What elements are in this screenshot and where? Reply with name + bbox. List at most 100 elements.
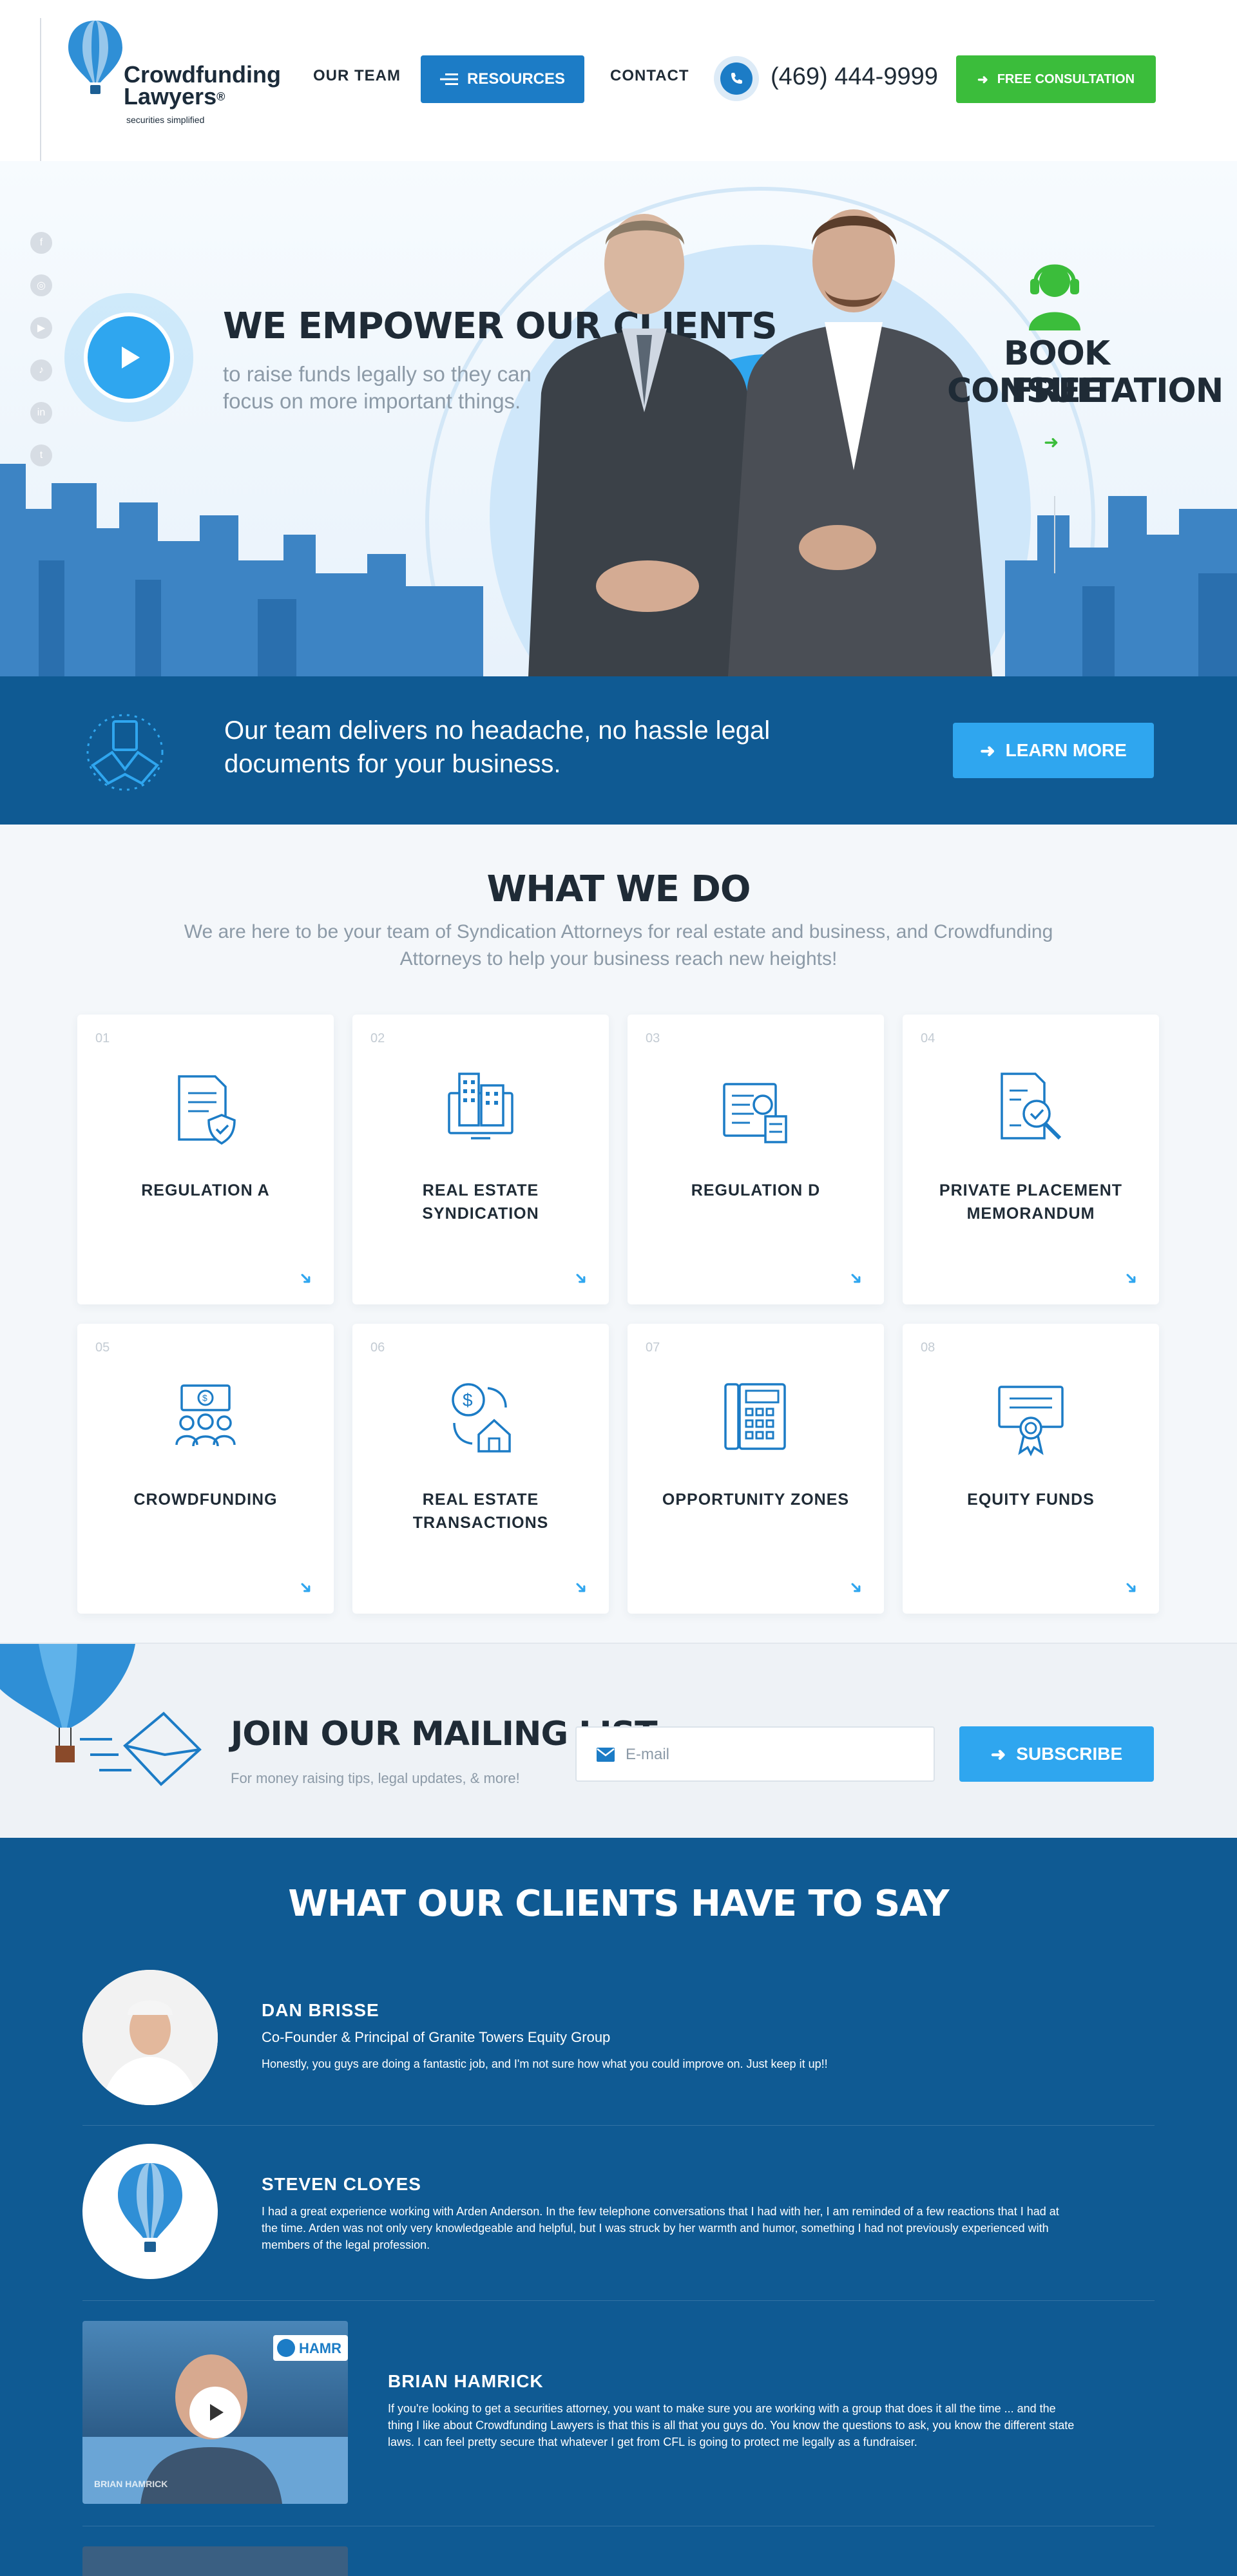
card-number: 03 — [646, 1031, 660, 1045]
arrow-down-right-icon[interactable]: ➜ — [294, 1266, 318, 1290]
nav-our-team[interactable]: OUR TEAM — [313, 67, 401, 85]
document-shield-icon — [178, 1075, 236, 1145]
testimonial-quote-line1: If you're looking to get a securities at… — [388, 2402, 1056, 2415]
arrow-right-icon[interactable]: ➜ — [1044, 432, 1059, 453]
nav-resources-button[interactable]: RESOURCES — [421, 55, 584, 103]
nav-resources-label: RESOURCES — [466, 70, 566, 88]
card-number: 07 — [646, 1340, 660, 1355]
mailing-list-section: JOIN OUR MAILING LIST For money raising … — [0, 1643, 1237, 1838]
decorative-divider — [1054, 496, 1055, 573]
arrow-down-right-icon[interactable]: ➜ — [294, 1576, 318, 1599]
free-consultation-button[interactable]: ➜ FREE CONSULTATION — [956, 55, 1156, 103]
arrow-down-right-icon[interactable]: ➜ — [844, 1576, 868, 1599]
card-number: 01 — [95, 1031, 110, 1045]
testimonial-video-thumbnail[interactable] — [82, 2546, 348, 2576]
testimonial-quote-line3: laws. I can feel pretty secure that what… — [388, 2436, 917, 2448]
learn-more-button[interactable]: ➜ LEARN MORE — [953, 723, 1154, 778]
card-label: REGULATION A — [141, 1181, 270, 1199]
arrow-down-right-icon[interactable]: ➜ — [1119, 1576, 1144, 1599]
instagram-icon[interactable]: ◎ — [30, 274, 52, 296]
card-number: 04 — [921, 1031, 935, 1045]
service-card-real-estate-transactions[interactable]: 06 $ REAL ESTATE TRANSACTIONS ➜ — [352, 1324, 609, 1614]
arrow-down-right-icon[interactable]: ➜ — [844, 1266, 868, 1290]
book-consultation-title-line2[interactable]: CONSULTATION — [947, 372, 1223, 410]
subscribe-button[interactable]: ➜ SUBSCRIBE — [959, 1726, 1154, 1782]
mailing-list-subtitle: For money raising tips, legal updates, &… — [231, 1770, 520, 1786]
envelope-icon — [597, 1748, 615, 1762]
site-logo[interactable]: Crowdfunding Lawyers® securities simplif… — [64, 18, 281, 125]
headset-support-icon[interactable] — [1022, 254, 1087, 332]
dollar-house-icon: $ — [452, 1383, 511, 1453]
avatar — [82, 2144, 218, 2279]
card-number: 08 — [921, 1340, 935, 1355]
what-we-do-subtitle-line2: Attorneys to help your business reach ne… — [399, 948, 838, 969]
service-card-real-estate-syndication[interactable]: 02 REAL ESTATE SYNDICATION ➜ — [352, 1015, 609, 1304]
service-card-equity-funds[interactable]: 08 EQUITY FUNDS ➜ — [903, 1324, 1159, 1614]
logo-wordmark-line2: Lawyers® — [124, 83, 225, 110]
card-label: CROWDFUNDING — [133, 1491, 278, 1509]
arrow-down-right-icon[interactable]: ➜ — [1119, 1266, 1144, 1290]
testimonials-section: WHAT OUR CLIENTS HAVE TO SAY DAN BRISSE … — [0, 1838, 1237, 2576]
video-badge: HAMR — [299, 2340, 341, 2356]
testimonial-divider — [82, 2300, 1155, 2301]
youtube-icon[interactable]: ▶ — [30, 317, 52, 339]
band-text-line2: documents for your business. — [224, 750, 561, 778]
service-card-private-placement-memorandum[interactable]: 04 PRIVATE PLACEMENT MEMORANDUM ➜ — [903, 1015, 1159, 1304]
service-card-opportunity-zones[interactable]: 07 OPPORTUNITY ZONES ➜ — [628, 1324, 884, 1614]
money-people-icon: $ — [175, 1384, 236, 1447]
card-number: 06 — [370, 1340, 385, 1355]
arrow-down-right-icon[interactable]: ➜ — [569, 1576, 593, 1599]
testimonial-video-thumbnail[interactable]: HAMR BRIAN HAMRICK — [82, 2321, 348, 2504]
twitter-icon[interactable]: t — [30, 444, 52, 466]
tiktok-icon[interactable]: ♪ — [30, 359, 52, 381]
nav-contact[interactable]: CONTACT — [610, 67, 689, 85]
arrow-right-icon: ➜ — [990, 1744, 1006, 1764]
card-label: REGULATION D — [691, 1181, 821, 1199]
phone-icon[interactable] — [720, 62, 753, 95]
service-card-regulation-a[interactable]: 01 REGULATION A ➜ — [77, 1015, 334, 1304]
hands-document-icon — [86, 714, 164, 791]
calculator-icon — [724, 1383, 786, 1450]
hero-subtitle-line1: to raise funds legally so they can — [223, 362, 532, 386]
facebook-icon[interactable]: f — [30, 232, 52, 254]
email-input[interactable] — [626, 1743, 922, 1766]
testimonial-quote-line2: thing I like about Crowdfunding Lawyers … — [388, 2419, 1075, 2432]
phone-number-link[interactable]: (469) 444-9999 — [771, 63, 938, 91]
card-number: 05 — [95, 1340, 110, 1355]
testimonial-name: STEVEN CLOYES — [262, 2174, 421, 2194]
envelope-send-icon — [80, 1712, 202, 1786]
arrow-right-icon: ➜ — [980, 740, 995, 761]
testimonial-quote-line3: members of the legal profession. — [262, 2238, 430, 2251]
hero-section: f ◎ ▶ ♪ in t WE EMPOWER OUR CLIENTS to r… — [0, 161, 1237, 676]
testimonials-title: WHAT OUR CLIENTS HAVE TO SAY — [288, 1883, 949, 1925]
buildings-icon — [448, 1073, 513, 1140]
card-label: EQUITY FUNDS — [967, 1491, 1095, 1509]
email-field-wrapper[interactable] — [575, 1726, 935, 1782]
testimonial-role: Co-Founder & Principal of Granite Towers… — [262, 2029, 611, 2045]
card-label: OPPORTUNITY ZONES — [662, 1491, 850, 1509]
service-card-crowdfunding[interactable]: 05 $ CROWDFUNDING ➜ — [77, 1324, 334, 1614]
testimonial-name: DAN BRISSE — [262, 2000, 379, 2020]
what-we-do-subtitle-line1: We are here to be your team of Syndicati… — [184, 921, 1053, 942]
arrow-right-icon: ➜ — [977, 72, 988, 87]
card-label: PRIVATE PLACEMENT MEMORANDUM — [939, 1181, 1123, 1223]
menu-icon — [439, 73, 458, 85]
arrow-down-right-icon[interactable]: ➜ — [569, 1266, 593, 1290]
card-label: REAL ESTATE SYNDICATION — [422, 1181, 539, 1223]
svg-text:$: $ — [463, 1390, 473, 1410]
testimonial-name: BRIAN HAMRICK — [388, 2371, 544, 2391]
learn-more-label: LEARN MORE — [1005, 740, 1127, 760]
certificate-icon — [998, 1386, 1064, 1456]
card-label: REAL ESTATE TRANSACTIONS — [412, 1491, 549, 1532]
value-proposition-band: Our team delivers no headache, no hassle… — [0, 676, 1237, 825]
video-caption: BRIAN HAMRICK — [94, 2479, 168, 2489]
logo-tagline: securities simplified — [126, 115, 205, 125]
video-play-button[interactable] — [189, 2387, 241, 2438]
what-we-do-title: WHAT WE DO — [486, 868, 751, 910]
testimonial-quote-line2: the time. Arden was not only very knowle… — [262, 2222, 1049, 2235]
linkedin-icon[interactable]: in — [30, 402, 52, 424]
service-card-regulation-d[interactable]: 03 REGULATION D ➜ — [628, 1015, 884, 1304]
document-magnifier-icon — [1001, 1073, 1062, 1140]
site-header: Crowdfunding Lawyers® securities simplif… — [0, 0, 1237, 198]
hero-play-video-button[interactable] — [84, 312, 174, 403]
